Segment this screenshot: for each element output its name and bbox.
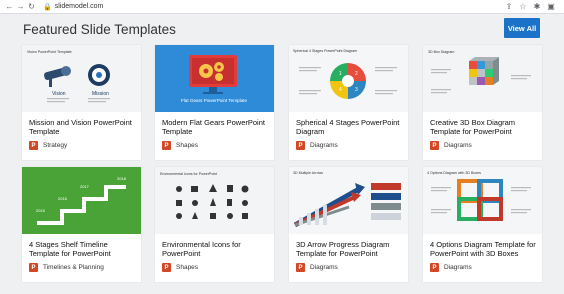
template-thumbnail[interactable]: Spherical 4 Stages PowerPoint Diagram 1 … (289, 45, 408, 112)
template-category[interactable]: P Timelines & Planning (29, 263, 104, 272)
template-card[interactable]: Flat Gears PowerPoint Template Modern Fl… (155, 45, 274, 160)
powerpoint-icon: P (29, 263, 38, 272)
category-label: Shapes (176, 142, 199, 149)
template-thumbnail[interactable]: 3D Multiple Arrows (289, 167, 408, 234)
template-title[interactable]: 4 Stages Shelf Timeline Template for Pow… (29, 240, 137, 258)
powerpoint-icon: P (29, 141, 38, 150)
template-category[interactable]: P Shapes (162, 263, 198, 272)
category-label: Diagrams (310, 142, 338, 149)
year-label: 2015 (36, 208, 46, 213)
powerpoint-icon: P (296, 141, 305, 150)
template-card[interactable]: 3D Box Diagram Creative 3D Box Diagram T… (423, 45, 542, 160)
powerpoint-icon: P (430, 141, 439, 150)
template-card[interactable]: Environmental Icons for PowerPoint Envir… (155, 167, 274, 282)
template-category[interactable]: P Diagrams (296, 263, 338, 272)
year-label: 2016 (58, 196, 68, 201)
thumb-title: Environmental Icons for PowerPoint (160, 172, 217, 176)
bookmark-star-icon[interactable]: ☆ (516, 2, 530, 11)
template-title[interactable]: Spherical 4 Stages PowerPoint Diagram (296, 118, 404, 136)
section-heading: Featured Slide Templates (23, 22, 176, 37)
template-title[interactable]: 4 Options Diagram Template for PowerPoin… (430, 240, 538, 258)
thumb-title: 3D Box Diagram (428, 50, 454, 54)
thumb-title: 3D Multiple Arrows (293, 171, 323, 175)
browser-toolbar: ← → ↻ 🔒 slidemodel.com ⇪ ☆ ✱ ▣ (0, 0, 564, 14)
powerpoint-icon: P (430, 263, 439, 272)
extensions-icon[interactable]: ✱ (530, 2, 544, 11)
powerpoint-icon: P (296, 263, 305, 272)
template-title[interactable]: Mission and Vision PowerPoint Template (29, 118, 137, 136)
template-thumbnail[interactable]: Environmental Icons for PowerPoint (155, 167, 274, 234)
template-category[interactable]: P Shapes (162, 141, 198, 150)
template-category[interactable]: P Strategy (29, 141, 67, 150)
template-category[interactable]: P Diagrams (296, 141, 338, 150)
powerpoint-icon: P (162, 263, 171, 272)
featured-section: Featured Slide Templates View All Vision… (0, 14, 564, 294)
category-label: Shapes (176, 264, 199, 271)
category-label: Diagrams (310, 264, 338, 271)
url-text: slidemodel.com (54, 3, 104, 10)
template-thumbnail[interactable]: 2015 2016 2017 2018 (22, 167, 141, 234)
category-label: Strategy (43, 142, 68, 149)
category-label: Diagrams (444, 264, 472, 271)
template-title[interactable]: 3D Arrow Progress Diagram Template for P… (296, 240, 404, 258)
thumb-title: Spherical 4 Stages PowerPoint Diagram (293, 49, 357, 53)
back-icon[interactable]: ← (4, 2, 15, 11)
year-label: 2018 (117, 176, 127, 181)
year-label: 2017 (80, 184, 90, 189)
stage-label: 1 (339, 71, 342, 77)
template-thumbnail[interactable]: 3D Box Diagram (423, 45, 542, 112)
category-label: Diagrams (444, 142, 472, 149)
template-thumbnail[interactable]: 4 Options Diagram with 3D Boxes (423, 167, 542, 234)
template-title[interactable]: Modern Flat Gears PowerPoint Template (162, 118, 270, 136)
template-thumbnail[interactable]: Vision PowerPoint Template Vision Missio… (22, 45, 141, 112)
template-title[interactable]: Creative 3D Box Diagram Template for Pow… (430, 118, 538, 136)
template-category[interactable]: P Diagrams (430, 141, 472, 150)
template-card[interactable]: 2015 2016 2017 2018 4 Stages Shelf Timel… (22, 167, 141, 282)
template-card[interactable]: 3D Multiple Arrows 3D Arrow Progress Dia… (289, 167, 408, 282)
template-category[interactable]: P Diagrams (430, 263, 472, 272)
forward-icon[interactable]: → (15, 2, 26, 11)
thumb-caption: Flat Gears PowerPoint Template (181, 98, 247, 103)
template-title[interactable]: Environmental Icons for PowerPoint (162, 240, 270, 258)
lock-icon: 🔒 (43, 3, 52, 11)
template-thumbnail[interactable]: Flat Gears PowerPoint Template (155, 45, 274, 112)
thumb-label: Vision (52, 91, 66, 97)
template-card[interactable]: Vision PowerPoint Template Vision Missio… (22, 45, 141, 160)
thumb-title: Vision PowerPoint Template (27, 50, 72, 54)
stage-label: 4 (339, 87, 342, 93)
view-all-button[interactable]: View All (504, 18, 540, 38)
category-label: Timelines & Planning (43, 264, 104, 271)
reload-icon[interactable]: ↻ (26, 2, 37, 11)
stage-label: 3 (355, 87, 358, 93)
template-card[interactable]: Spherical 4 Stages PowerPoint Diagram 1 … (289, 45, 408, 160)
share-icon[interactable]: ⇪ (502, 2, 516, 11)
thumb-title: 4 Options Diagram with 3D Boxes (427, 171, 481, 175)
powerpoint-icon: P (162, 141, 171, 150)
sidebar-icon[interactable]: ▣ (544, 2, 558, 11)
stage-label: 2 (355, 71, 358, 77)
thumb-label: Mission (92, 91, 109, 97)
address-bar[interactable]: 🔒 slidemodel.com (43, 3, 502, 11)
template-card[interactable]: 4 Options Diagram with 3D Boxes 4 Option… (423, 167, 542, 282)
